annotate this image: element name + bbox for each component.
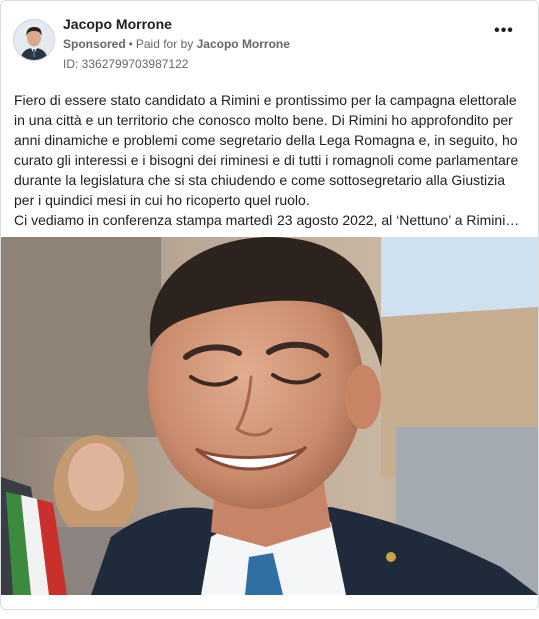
ellipsis-icon[interactable]: ••• (492, 23, 516, 41)
post-meta: Jacopo Morrone Sponsored • Paid for by Jac… (63, 15, 290, 72)
paid-for-label: Paid for by (135, 37, 194, 51)
post-text: Fiero di essere stato candidato a Rimini… (14, 90, 529, 230)
sponsored-label: Sponsored (63, 37, 126, 51)
post-header: Jacopo Morrone Sponsored • Paid for by Jac… (13, 15, 526, 71)
post-text-paragraph: Ci vediamo in conferenza stampa martedì … (14, 212, 520, 228)
sponsored-line: Sponsored • Paid for by Jacopo Morrone (63, 35, 290, 53)
post-text-paragraph: Fiero di essere stato candidato a Rimini… (14, 92, 519, 208)
ad-id: ID: 3362799703987122 (63, 57, 189, 71)
separator-dot: • (128, 37, 133, 51)
author-name[interactable]: Jacopo Morrone (63, 15, 290, 33)
post-photo[interactable] (1, 237, 538, 595)
author-avatar[interactable] (13, 19, 55, 61)
ad-card: Jacopo Morrone Sponsored • Paid for by Jac… (0, 0, 539, 610)
portrait-image (1, 237, 538, 595)
payer-name[interactable]: Jacopo Morrone (197, 37, 290, 51)
